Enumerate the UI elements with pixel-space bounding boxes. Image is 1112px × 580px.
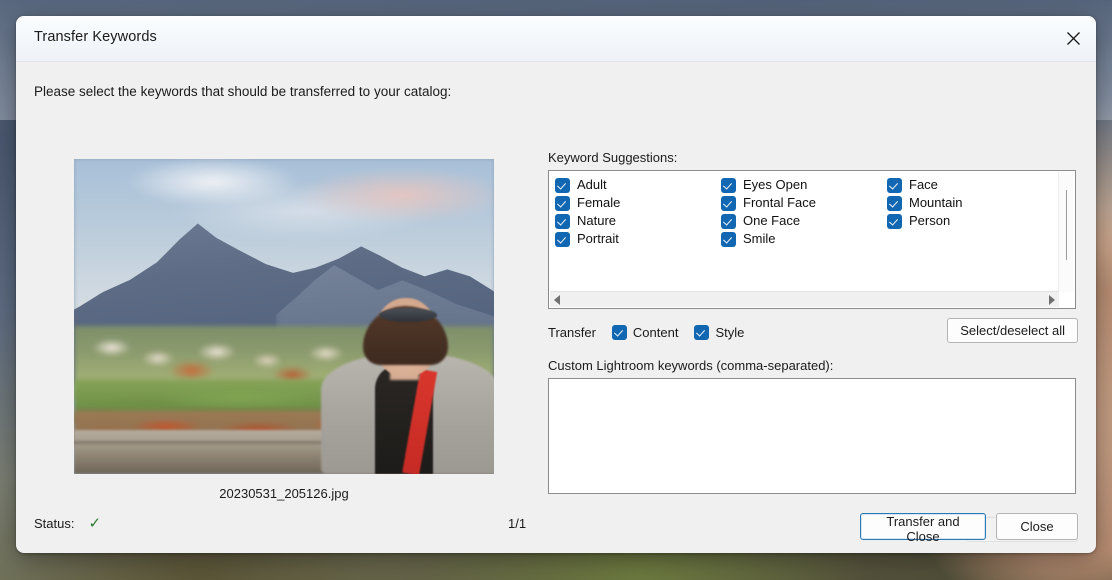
preview-panel: 20230531_205126.jpg xyxy=(74,159,494,474)
list-item-label: Face xyxy=(909,176,938,194)
checkbox-adult[interactable] xyxy=(555,178,570,193)
custom-keywords-label: Custom Lightroom keywords (comma-separat… xyxy=(548,358,1078,373)
transfer-option-content-label: Content xyxy=(633,325,679,340)
keyword-suggestions-label: Keyword Suggestions: xyxy=(548,150,1078,165)
close-button[interactable]: Close xyxy=(996,513,1078,540)
list-item-label: Frontal Face xyxy=(743,194,816,212)
list-item-label: Portrait xyxy=(577,230,619,248)
list-item[interactable]: Smile xyxy=(721,230,887,248)
scroll-right-arrow-icon[interactable] xyxy=(1049,295,1055,305)
keyword-column-1: Adult Female Nature Portrait xyxy=(555,176,721,248)
list-item[interactable]: Frontal Face xyxy=(721,194,887,212)
list-item-label: Person xyxy=(909,212,950,230)
transfer-options-label: Transfer xyxy=(548,325,596,340)
vertical-scrollbar[interactable] xyxy=(1058,172,1074,292)
keyword-columns: Adult Female Nature Portrait xyxy=(555,176,1053,248)
keyword-column-2: Eyes Open Frontal Face One Face Smi xyxy=(721,176,887,248)
green-check-icon: ✓ xyxy=(88,516,101,531)
dialog-footer: Transfer and Close Close xyxy=(860,513,1078,540)
transfer-option-style-label: Style xyxy=(715,325,744,340)
list-item[interactable]: Eyes Open xyxy=(721,176,887,194)
list-item[interactable]: Mountain xyxy=(887,194,1053,212)
checkbox-face[interactable] xyxy=(887,178,902,193)
keyword-column-3: Face Mountain Person xyxy=(887,176,1053,248)
close-icon[interactable] xyxy=(1050,16,1096,61)
checkbox-eyes-open[interactable] xyxy=(721,178,736,193)
list-item[interactable]: Nature xyxy=(555,212,721,230)
list-item-label: Eyes Open xyxy=(743,176,807,194)
transfer-options-row: Transfer Content Style Select/deselect a… xyxy=(548,320,1078,344)
dialog-titlebar: Transfer Keywords xyxy=(16,16,1096,62)
checkbox-portrait[interactable] xyxy=(555,232,570,247)
list-item[interactable]: Person xyxy=(887,212,1053,230)
checkbox-content[interactable] xyxy=(612,325,627,340)
checkbox-one-face[interactable] xyxy=(721,214,736,229)
keywords-panel: Keyword Suggestions: Adult Female xyxy=(548,150,1078,499)
transfer-option-style[interactable]: Style xyxy=(694,325,744,340)
dialog-body: Please select the keywords that should b… xyxy=(16,62,1096,553)
list-item-label: One Face xyxy=(743,212,800,230)
scroll-left-arrow-icon[interactable] xyxy=(554,295,560,305)
select-deselect-all-button[interactable]: Select/deselect all xyxy=(947,318,1078,343)
list-item-label: Smile xyxy=(743,230,776,248)
page-counter: 1/1 xyxy=(508,516,526,531)
list-item[interactable]: Face xyxy=(887,176,1053,194)
list-item[interactable]: Female xyxy=(555,194,721,212)
instruction-text: Please select the keywords that should b… xyxy=(34,84,451,99)
list-item-label: Nature xyxy=(577,212,616,230)
transfer-and-close-button[interactable]: Transfer and Close xyxy=(860,513,986,540)
list-item-label: Adult xyxy=(577,176,607,194)
preview-image xyxy=(74,159,494,474)
custom-keywords-input[interactable] xyxy=(548,378,1076,494)
checkbox-person[interactable] xyxy=(887,214,902,229)
transfer-keywords-dialog: Transfer Keywords Please select the keyw… xyxy=(16,16,1096,553)
horizontal-scrollbar[interactable] xyxy=(550,291,1059,307)
transfer-option-content[interactable]: Content xyxy=(612,325,679,340)
photo-person xyxy=(309,279,494,474)
photo-person-sunglasses xyxy=(379,308,437,322)
status-row: Status: ✓ xyxy=(34,516,101,531)
status-label: Status: xyxy=(34,516,74,531)
checkbox-female[interactable] xyxy=(555,196,570,211)
page-title: Transfer Keywords xyxy=(34,29,157,45)
checkbox-smile[interactable] xyxy=(721,232,736,247)
keyword-suggestions-listbox[interactable]: Adult Female Nature Portrait xyxy=(548,170,1076,309)
preview-filename: 20230531_205126.jpg xyxy=(74,486,494,501)
vertical-scrollbar-thumb[interactable] xyxy=(1066,190,1067,260)
checkbox-mountain[interactable] xyxy=(887,196,902,211)
list-item[interactable]: Adult xyxy=(555,176,721,194)
checkbox-frontal-face[interactable] xyxy=(721,196,736,211)
list-item-label: Female xyxy=(577,194,620,212)
list-item[interactable]: Portrait xyxy=(555,230,721,248)
list-item[interactable]: One Face xyxy=(721,212,887,230)
checkbox-nature[interactable] xyxy=(555,214,570,229)
checkbox-style[interactable] xyxy=(694,325,709,340)
list-item-label: Mountain xyxy=(909,194,962,212)
